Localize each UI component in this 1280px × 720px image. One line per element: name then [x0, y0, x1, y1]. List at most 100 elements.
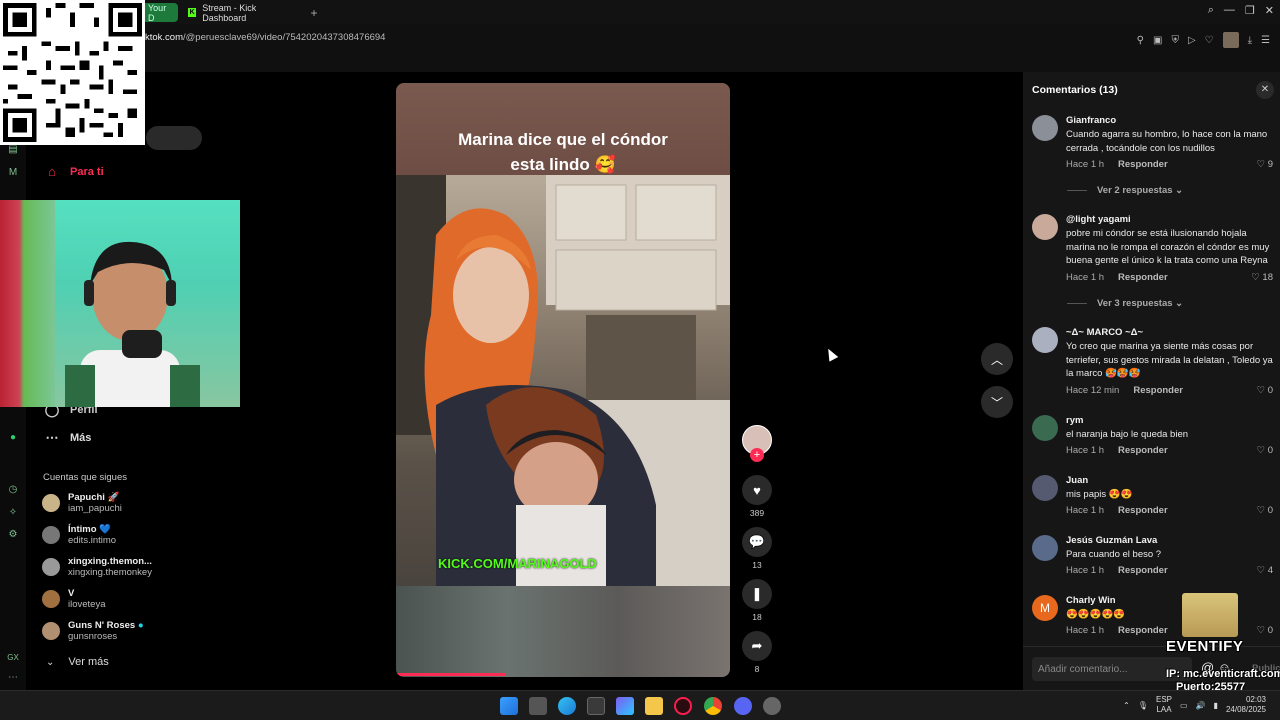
settings-icon[interactable]: ⚙	[7, 529, 19, 541]
video-player[interactable]: Marina dice que el cóndor esta lindo 🥰 K…	[396, 83, 730, 677]
follow-plus-icon[interactable]: +	[750, 448, 764, 462]
following-account[interactable]: xingxing.themon... xingxing.themonkey	[42, 556, 152, 578]
restore-icon[interactable]: ❐	[1245, 4, 1255, 17]
download-icon[interactable]: ⤓	[1248, 35, 1252, 46]
start-icon[interactable]	[500, 697, 518, 715]
next-video-button[interactable]: ﹀	[981, 386, 1013, 418]
browser-tab-kick[interactable]: K Stream - Kick Dashboard	[180, 3, 302, 23]
avatar[interactable]	[1032, 475, 1058, 501]
edge-icon[interactable]	[558, 697, 576, 715]
comment-username[interactable]: Jesús Guzmán Lava	[1066, 535, 1157, 546]
comment-username[interactable]: Juan	[1066, 475, 1088, 486]
reply-button[interactable]: Responder	[1118, 445, 1168, 456]
volume-icon[interactable]: 🔊	[1196, 701, 1206, 710]
battery-icon[interactable]: ▮	[1214, 701, 1218, 710]
nav-item-mas[interactable]: ⋯ Más	[44, 430, 92, 446]
avatar	[42, 494, 60, 512]
comment-like-count: 0	[1267, 445, 1273, 456]
more-icon[interactable]: ⋯	[7, 672, 19, 684]
previous-video-button[interactable]: ︿	[981, 343, 1013, 375]
avatar[interactable]	[1032, 535, 1058, 561]
opera-gx-icon[interactable]	[674, 697, 692, 715]
menu-icon[interactable]: ☰	[1261, 35, 1270, 46]
comment-username[interactable]: ~Δ~ MARCO ~Δ~	[1066, 327, 1143, 338]
minimize-icon[interactable]: —	[1224, 4, 1235, 17]
streamer-image	[65, 241, 200, 407]
avatar[interactable]	[1032, 115, 1058, 141]
comment-username[interactable]: Charly Win	[1066, 595, 1116, 606]
comment-item: ~Δ~ MARCO ~Δ~ Yo creo que marina ya sien…	[1032, 327, 1277, 397]
comment-like-button[interactable]: ♡ 0	[1257, 385, 1273, 396]
comment-username[interactable]: Gianfranco	[1066, 115, 1116, 126]
new-tab-button[interactable]: +	[306, 3, 322, 22]
comment-time: Hace 1 h	[1066, 505, 1105, 516]
avatar[interactable]	[1032, 214, 1058, 240]
comment-username[interactable]: @light yagami	[1066, 214, 1131, 225]
comment-like-button[interactable]: ♡ 4	[1257, 565, 1273, 576]
search-box[interactable]	[146, 126, 202, 150]
like-button[interactable]: ♥ 389	[740, 475, 774, 518]
system-tray: ⌃ 🎙 ESP LAA ▭ 🔊 ▮ 02:03 24/08/2025	[1123, 695, 1266, 715]
avatar[interactable]	[1032, 415, 1058, 441]
close-comments-button[interactable]: ✕	[1256, 81, 1274, 99]
share-button[interactable]: ➦ 8	[740, 631, 774, 674]
reply-button[interactable]: Responder	[1118, 505, 1168, 516]
chevron-down-icon: ⌄	[1175, 185, 1184, 196]
avatar[interactable]	[1032, 327, 1058, 353]
shield-icon[interactable]: ⛨	[1171, 35, 1179, 46]
following-account[interactable]: Papuchi 🚀 iam_papuchi	[42, 492, 122, 514]
comment-meta: Hace 1 h Responder	[1066, 272, 1168, 283]
network-icon[interactable]: ▭	[1180, 701, 1188, 710]
comment-like-button[interactable]: ♡ 0	[1257, 505, 1273, 516]
task-view-icon[interactable]	[529, 697, 547, 715]
comment-button[interactable]: 💬 13	[740, 527, 774, 570]
following-account[interactable]: Guns N' Roses ● gunsnroses	[42, 620, 144, 642]
clock[interactable]: 02:03 24/08/2025	[1226, 695, 1266, 715]
chevron-up-icon[interactable]: ⌃	[1123, 701, 1130, 710]
view-replies-button[interactable]: Ver 3 respuestas ⌄	[1067, 298, 1183, 309]
microphone-icon[interactable]: 🎙	[1138, 701, 1148, 710]
sidebar-app-icon[interactable]: M	[7, 167, 19, 179]
comment-like-button[interactable]: ♡ 0	[1257, 445, 1273, 456]
store-icon[interactable]	[587, 697, 605, 715]
heart-icon[interactable]: ♡	[1205, 35, 1214, 46]
history-icon[interactable]: ◷	[7, 484, 19, 496]
see-more-button[interactable]: ⌄ Ver más	[46, 656, 109, 668]
chrome-icon[interactable]	[704, 697, 722, 715]
comment-item: rym el naranja bajo le queda bien Hace 1…	[1032, 415, 1277, 459]
pin-icon[interactable]: ⚲	[1137, 35, 1144, 46]
account-name: xingxing.themon...	[68, 556, 152, 567]
reply-button[interactable]: Responder	[1118, 565, 1168, 576]
snapshot-icon[interactable]: ▣	[1153, 35, 1162, 46]
view-replies-button[interactable]: Ver 2 respuestas ⌄	[1067, 185, 1183, 196]
comment-like-button[interactable]: ♡ 9	[1257, 159, 1273, 170]
folder-icon[interactable]	[645, 697, 663, 715]
discord-icon[interactable]	[734, 697, 752, 715]
profile-avatar[interactable]	[1222, 32, 1239, 48]
more-icon: ⋯	[45, 430, 59, 445]
copilot-icon[interactable]	[616, 697, 634, 715]
nav-item-para-ti[interactable]: ⌂ Para ti	[44, 164, 104, 179]
extensions-icon[interactable]: ✧	[7, 507, 19, 519]
creator-avatar-button[interactable]: +	[740, 425, 774, 465]
following-account[interactable]: Viloveteya	[42, 588, 106, 610]
avatar[interactable]: M	[1032, 595, 1058, 621]
reply-button[interactable]: Responder	[1118, 159, 1168, 170]
comment-like-button[interactable]: ♡ 18	[1251, 272, 1273, 283]
following-account[interactable]: Íntimo 💙 edits.intimo	[42, 524, 116, 546]
close-icon[interactable]: ✕	[1265, 4, 1274, 17]
url-field[interactable]: ktok.com/@peruesclave69/video/7542020437…	[145, 32, 385, 43]
comment-username[interactable]: rym	[1066, 415, 1083, 426]
search-icon[interactable]: ⌕	[1208, 4, 1214, 17]
play-icon[interactable]: ▷	[1188, 35, 1196, 46]
video-progress-bar[interactable]	[396, 673, 507, 676]
language-indicator[interactable]: ESP LAA	[1156, 695, 1172, 715]
reply-button[interactable]: Responder	[1118, 272, 1168, 283]
steam-icon[interactable]	[763, 697, 781, 715]
save-button[interactable]: ❚ 18	[740, 579, 774, 622]
comment-time: Hace 1 h	[1066, 565, 1105, 576]
gx-icon[interactable]: GX	[7, 652, 19, 664]
reply-button[interactable]: Responder	[1133, 385, 1183, 396]
whatsapp-icon[interactable]: ●	[7, 432, 19, 444]
browser-tab-active[interactable]: Your D	[140, 3, 178, 23]
